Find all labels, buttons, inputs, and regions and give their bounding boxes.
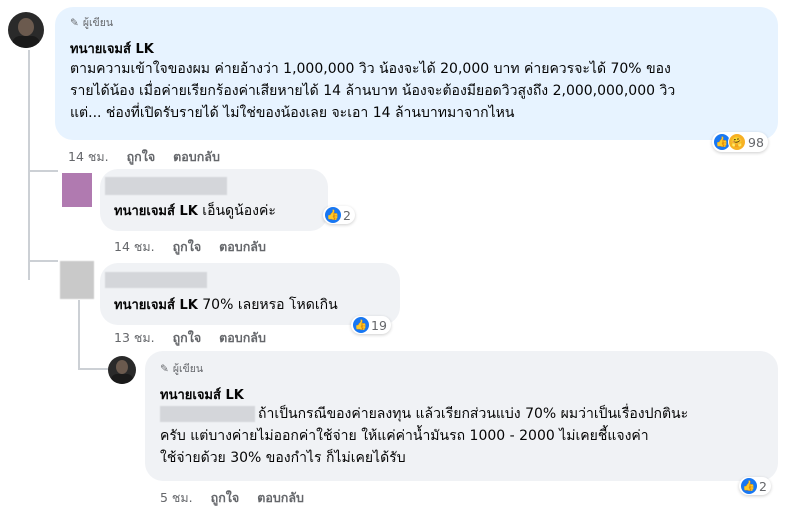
thread-line bbox=[28, 50, 30, 280]
pencil-icon: ✎ bbox=[70, 16, 79, 29]
mention[interactable]: ทนายเจมส์ LK bbox=[114, 298, 198, 313]
like-button[interactable]: ถูกใจ bbox=[127, 147, 156, 167]
like-button[interactable]: ถูกใจ bbox=[211, 488, 240, 508]
timestamp[interactable]: 14 ชม. bbox=[114, 237, 155, 257]
reply-button[interactable]: ตอบกลับ bbox=[173, 147, 220, 167]
comment-text: ตามความเข้าใจของผม ค่ายอ้างว่า 1,000,000… bbox=[70, 61, 676, 121]
like-reaction-icon: 👍 bbox=[325, 207, 341, 223]
reply-button[interactable]: ตอบกลับ bbox=[219, 328, 266, 348]
timestamp[interactable]: 14 ชม. bbox=[68, 147, 109, 167]
thread-branch bbox=[78, 368, 108, 370]
avatar[interactable] bbox=[8, 12, 44, 48]
avatar[interactable] bbox=[62, 173, 92, 207]
comment-meta: 14 ชม. ถูกใจ ตอบกลับ bbox=[68, 147, 220, 167]
thread-branch bbox=[28, 260, 58, 262]
timestamp[interactable]: 13 ชม. bbox=[114, 328, 155, 348]
timestamp[interactable]: 5 ชม. bbox=[160, 488, 193, 508]
thread-line bbox=[78, 300, 80, 370]
comment-meta: 14 ชม. ถูกใจ ตอบกลับ bbox=[114, 237, 266, 257]
reaction-summary[interactable]: 👍 2 bbox=[739, 477, 771, 495]
pencil-icon: ✎ bbox=[160, 362, 169, 375]
author-badge: ✎ ผู้เขียน bbox=[70, 16, 114, 30]
redacted-name bbox=[105, 272, 207, 288]
comment-meta: 13 ชม. ถูกใจ ตอบกลับ bbox=[114, 328, 266, 348]
like-button[interactable]: ถูกใจ bbox=[173, 237, 202, 257]
avatar[interactable] bbox=[60, 261, 94, 299]
comment-text: ทนายเจมส์ LK เอ็นดูน้องค่ะ bbox=[114, 203, 276, 219]
avatar[interactable] bbox=[108, 356, 136, 384]
like-reaction-icon: 👍 bbox=[353, 317, 369, 333]
reaction-summary[interactable]: 👍 19 bbox=[351, 316, 391, 334]
like-button[interactable]: ถูกใจ bbox=[173, 328, 202, 348]
comment-text: ถ้าเป็นกรณีของค่ายลงทุน แล้วเรียกส่วนแบ่… bbox=[160, 406, 689, 466]
mention[interactable]: ทนายเจมส์ LK bbox=[114, 204, 198, 219]
comment-author[interactable]: ทนายเจมส์ LK bbox=[160, 384, 244, 405]
comment-text: ทนายเจมส์ LK 70% เลยหรอ โหดเกิน bbox=[114, 297, 338, 313]
like-reaction-icon: 👍 bbox=[741, 478, 757, 494]
reaction-summary[interactable]: 👍 2 bbox=[323, 206, 355, 224]
comment-author[interactable]: ทนายเจมส์ LK bbox=[70, 38, 154, 59]
thread-branch bbox=[28, 170, 58, 172]
care-reaction-icon: 🤗 bbox=[728, 133, 746, 151]
author-badge: ✎ ผู้เขียน bbox=[160, 362, 204, 376]
reply-button[interactable]: ตอบกลับ bbox=[257, 488, 304, 508]
reaction-summary[interactable]: 👍 🤗 98 bbox=[712, 132, 768, 152]
comment-meta: 5 ชม. ถูกใจ ตอบกลับ bbox=[160, 488, 304, 508]
redacted-name bbox=[105, 177, 227, 195]
reply-button[interactable]: ตอบกลับ bbox=[219, 237, 266, 257]
